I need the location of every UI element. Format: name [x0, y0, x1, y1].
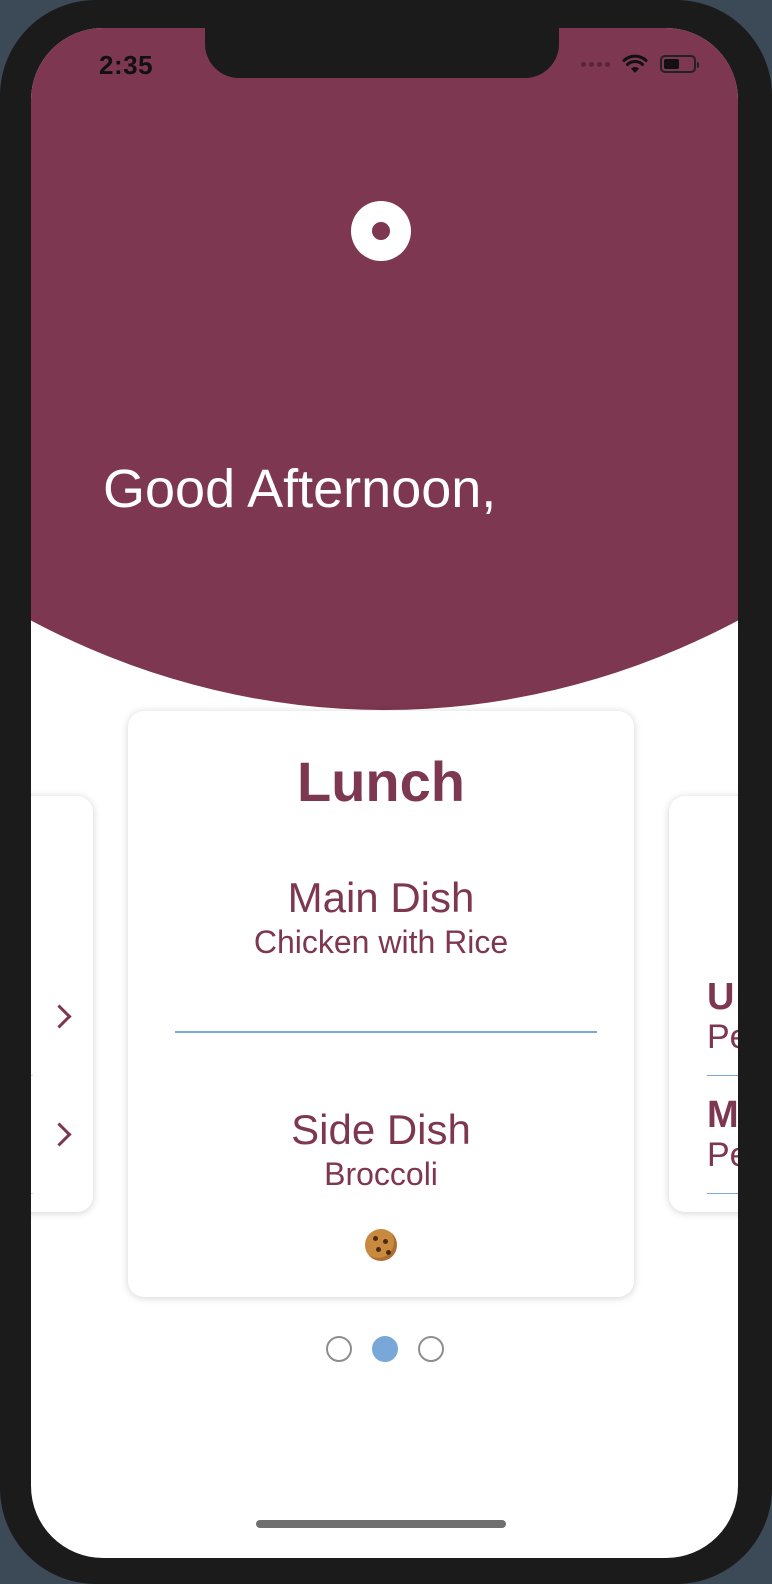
- chevron-right-icon[interactable]: [47, 1122, 72, 1147]
- next-card-item-title: M: [707, 1094, 738, 1136]
- card-divider: [707, 1075, 738, 1076]
- card-divider: [31, 1193, 33, 1194]
- next-card-item-value: Pe: [707, 1136, 738, 1174]
- status-time: 2:35: [99, 50, 154, 80]
- main-dish-label: Main Dish: [287, 874, 475, 921]
- meal-card-next[interactable]: U Pe M Pe: [669, 796, 738, 1212]
- next-card-item-value: Pe: [707, 1018, 738, 1056]
- status-icons: [581, 54, 699, 74]
- app-screen: 2:35 Good Afternoon, U P M P Lunch Main …: [31, 28, 738, 1558]
- meal-title: Lunch: [297, 750, 465, 813]
- side-dish-value: Broccoli: [324, 1156, 438, 1192]
- app-logo: [351, 201, 411, 261]
- dish-divider: [175, 1031, 597, 1033]
- greeting-text: Good Afternoon,: [103, 459, 497, 519]
- meal-card-previous[interactable]: [31, 796, 93, 1212]
- battery-icon: [660, 55, 699, 73]
- page-dot-2-active[interactable]: [371, 1336, 398, 1362]
- chevron-right-icon[interactable]: [47, 1004, 72, 1029]
- card-divider: [707, 1193, 738, 1194]
- meal-card-current[interactable]: Lunch Main Dish Chicken with Rice Side D…: [128, 711, 634, 1297]
- cellular-icon: [581, 61, 610, 67]
- cookie-icon: [365, 1229, 397, 1261]
- main-dish-section: Main Dish Chicken with Rice: [128, 874, 634, 962]
- next-card-item-title: U: [707, 976, 735, 1018]
- home-indicator[interactable]: [256, 1520, 506, 1528]
- page-dot-3[interactable]: [417, 1336, 444, 1362]
- side-dish-label: Side Dish: [291, 1106, 471, 1153]
- device-notch: [205, 28, 559, 78]
- page-indicator: [31, 1336, 738, 1362]
- page-dot-1[interactable]: [325, 1336, 352, 1362]
- phone-frame: 2:35 Good Afternoon, U P M P Lunch Main …: [0, 0, 772, 1584]
- main-dish-value: Chicken with Rice: [253, 924, 509, 960]
- side-dish-section: Side Dish Broccoli: [128, 1106, 634, 1194]
- card-divider: [31, 1075, 33, 1076]
- wifi-icon: [622, 54, 648, 73]
- header-background: [31, 28, 738, 710]
